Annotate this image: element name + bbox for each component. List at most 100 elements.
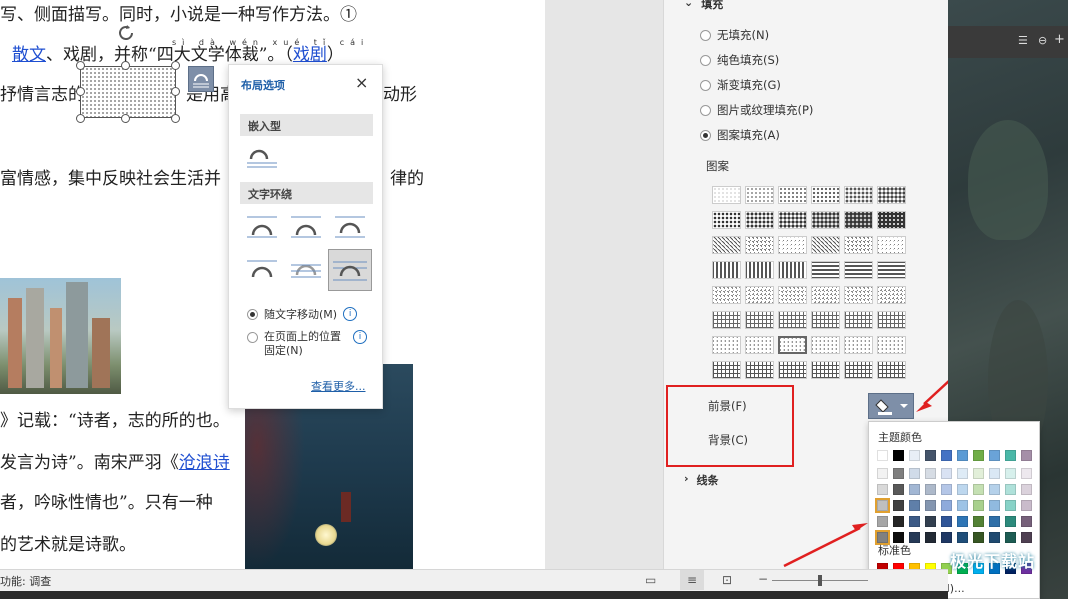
pattern-swatch[interactable]: [877, 186, 906, 204]
resize-handle[interactable]: [121, 114, 130, 123]
pattern-swatch[interactable]: [778, 336, 807, 354]
link-sanwen[interactable]: 散文: [12, 45, 46, 65]
pattern-swatch[interactable]: [778, 236, 807, 254]
color-swatch[interactable]: [925, 450, 936, 461]
resize-handle[interactable]: [171, 87, 180, 96]
pattern-swatch[interactable]: [745, 336, 774, 354]
color-swatch[interactable]: [973, 484, 984, 495]
color-swatch[interactable]: [941, 484, 952, 495]
fill-option-pattern[interactable]: 图案填充(A): [700, 127, 780, 143]
radio-fixed[interactable]: [247, 332, 258, 343]
fill-option-gradient[interactable]: 渐变填充(G): [700, 77, 781, 93]
color-swatch[interactable]: [877, 516, 888, 527]
color-swatch[interactable]: [1005, 516, 1016, 527]
close-icon[interactable]: ×: [355, 73, 368, 92]
color-swatch[interactable]: [989, 450, 1000, 461]
pattern-swatch[interactable]: [712, 186, 741, 204]
pattern-swatch[interactable]: [811, 211, 840, 229]
zoom-out-icon[interactable]: −: [758, 572, 768, 586]
line-section-header[interactable]: › 线条: [684, 472, 719, 488]
pattern-swatch[interactable]: [745, 186, 774, 204]
pattern-swatch[interactable]: [877, 236, 906, 254]
color-swatch[interactable]: [957, 516, 968, 527]
color-swatch[interactable]: [973, 532, 984, 543]
color-swatch[interactable]: [1021, 468, 1032, 479]
color-swatch[interactable]: [925, 532, 936, 543]
wrap-inline-icon[interactable]: [245, 145, 279, 173]
pattern-swatch[interactable]: [778, 186, 807, 204]
option-move-with-text[interactable]: 随文字移动(M) i: [247, 306, 358, 322]
resize-handle[interactable]: [76, 61, 85, 70]
color-swatch[interactable]: [1005, 468, 1016, 479]
pattern-swatch[interactable]: [811, 186, 840, 204]
pattern-swatch[interactable]: [844, 186, 873, 204]
color-swatch[interactable]: [893, 468, 904, 479]
wrap-through-icon[interactable]: [333, 213, 367, 241]
wrap-topbottom-icon[interactable]: [245, 255, 279, 283]
color-swatch[interactable]: [973, 468, 984, 479]
color-swatch[interactable]: [973, 450, 984, 461]
color-swatch[interactable]: [877, 468, 888, 479]
color-swatch[interactable]: [909, 500, 920, 511]
pattern-swatch[interactable]: [778, 261, 807, 279]
pattern-swatch[interactable]: [712, 311, 741, 329]
color-swatch[interactable]: [941, 450, 952, 461]
link-xiju[interactable]: 戏剧: [293, 45, 327, 65]
pattern-swatch[interactable]: [844, 211, 873, 229]
pattern-swatch[interactable]: [877, 286, 906, 304]
rotate-handle-icon[interactable]: [115, 22, 137, 44]
color-swatch[interactable]: [989, 532, 1000, 543]
color-swatch[interactable]: [893, 450, 904, 461]
fill-section-header[interactable]: ⌄ 填充: [684, 0, 723, 12]
pattern-swatch[interactable]: [811, 286, 840, 304]
color-swatch[interactable]: [909, 450, 920, 461]
color-swatch[interactable]: [1005, 532, 1016, 543]
pattern-swatch[interactable]: [811, 261, 840, 279]
color-swatch[interactable]: [925, 500, 936, 511]
info-icon[interactable]: i: [343, 307, 358, 321]
pattern-swatch[interactable]: [712, 361, 741, 379]
pattern-swatch[interactable]: [745, 236, 774, 254]
fill-option-none[interactable]: 无填充(N): [700, 27, 769, 43]
pattern-swatch[interactable]: [811, 236, 840, 254]
fill-option-solid[interactable]: 纯色填充(S): [700, 52, 779, 68]
pattern-swatch[interactable]: [778, 211, 807, 229]
color-swatch[interactable]: [941, 516, 952, 527]
print-layout-icon[interactable]: ≡: [680, 570, 704, 590]
fill-option-picture[interactable]: 图片或纹理填充(P): [700, 102, 813, 118]
color-swatch[interactable]: [925, 484, 936, 495]
pattern-swatch[interactable]: [712, 261, 741, 279]
pattern-swatch[interactable]: [745, 211, 774, 229]
pattern-swatch[interactable]: [877, 261, 906, 279]
pattern-swatch[interactable]: [778, 311, 807, 329]
color-swatch[interactable]: [877, 450, 888, 461]
pattern-swatch[interactable]: [844, 311, 873, 329]
color-swatch[interactable]: [989, 484, 1000, 495]
pattern-swatch[interactable]: [877, 311, 906, 329]
color-swatch[interactable]: [925, 468, 936, 479]
color-swatch[interactable]: [957, 532, 968, 543]
pattern-swatch[interactable]: [877, 211, 906, 229]
color-swatch[interactable]: [957, 468, 968, 479]
color-swatch[interactable]: [941, 468, 952, 479]
pattern-swatch[interactable]: [712, 236, 741, 254]
pattern-swatch[interactable]: [745, 261, 774, 279]
color-swatch[interactable]: [877, 484, 888, 495]
radio-move[interactable]: [247, 308, 258, 320]
zoom-slider-thumb[interactable]: [818, 575, 822, 586]
pattern-swatch[interactable]: [745, 286, 774, 304]
color-swatch[interactable]: [1021, 532, 1032, 543]
pattern-swatch[interactable]: [712, 336, 741, 354]
color-swatch[interactable]: [957, 484, 968, 495]
pattern-swatch[interactable]: [712, 211, 741, 229]
resize-handle[interactable]: [171, 114, 180, 123]
pattern-swatch[interactable]: [844, 261, 873, 279]
color-swatch[interactable]: [941, 532, 952, 543]
pattern-swatch[interactable]: [877, 336, 906, 354]
color-swatch[interactable]: [989, 516, 1000, 527]
wrap-tight-icon[interactable]: [289, 213, 323, 241]
color-swatch[interactable]: [957, 450, 968, 461]
pattern-swatch[interactable]: [844, 236, 873, 254]
color-swatch[interactable]: [989, 468, 1000, 479]
color-swatch[interactable]: [957, 500, 968, 511]
